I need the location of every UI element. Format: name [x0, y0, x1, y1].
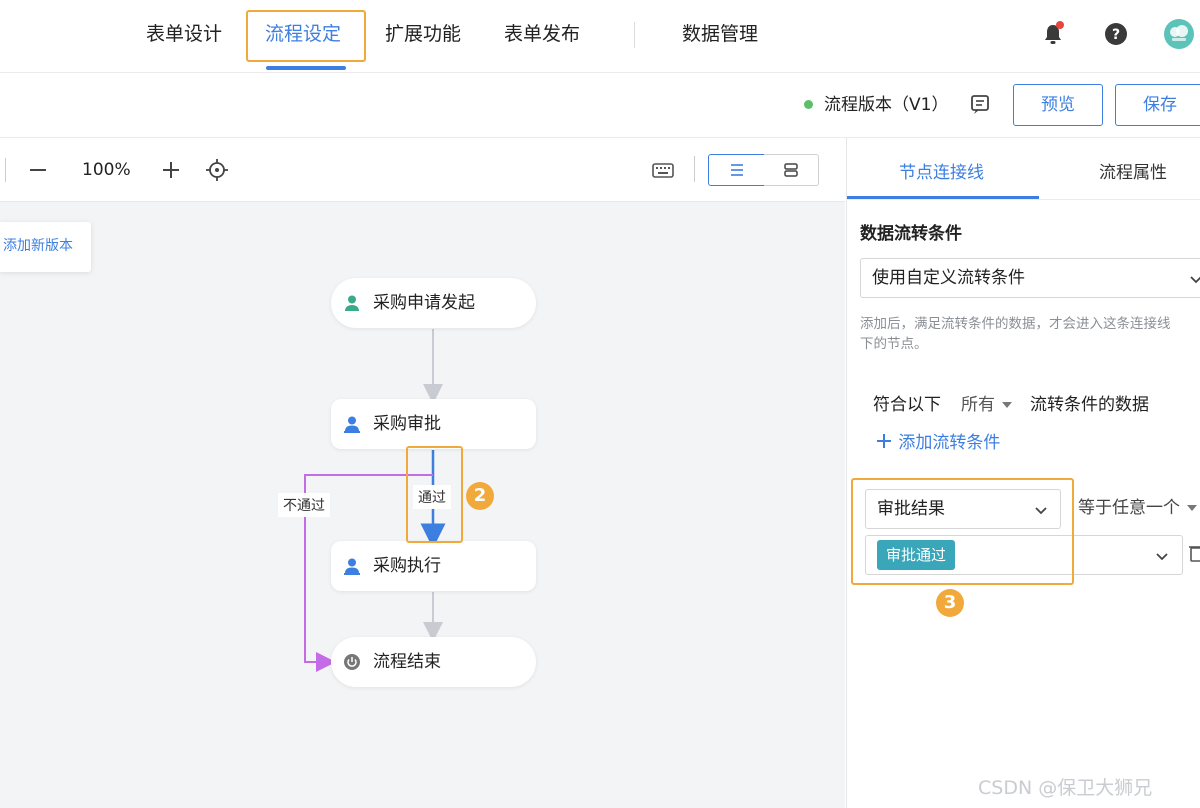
match-suffix: 流转条件的数据	[1030, 395, 1149, 415]
save-button[interactable]: 保存	[1115, 84, 1200, 126]
match-prefix: 符合以下	[873, 395, 941, 415]
edge-reject-label[interactable]: 不通过	[278, 493, 330, 517]
marker-3: 3	[936, 589, 964, 617]
highlight-pass-edge	[406, 446, 463, 543]
delete-icon[interactable]	[1187, 540, 1200, 568]
help-text-line1: 添加后，满足流转条件的数据，才会进入这条连接线	[860, 316, 1171, 332]
operator-value: 等于任意一个	[1078, 498, 1180, 518]
node-approve[interactable]: 采购审批	[331, 399, 536, 449]
node-end[interactable]: 流程结束	[331, 637, 536, 687]
match-mode-select[interactable]: 所有	[961, 394, 1014, 416]
section-title: 数据流转条件	[860, 224, 962, 244]
node-start-label: 采购申请发起	[373, 293, 475, 313]
help-text-line2: 下的节点。	[860, 336, 928, 352]
match-mode-value: 所有	[961, 395, 995, 415]
preview-button[interactable]: 预览	[1013, 84, 1103, 126]
add-condition-button[interactable]: 添加流转条件	[875, 432, 1000, 454]
comment-icon[interactable]	[966, 90, 994, 118]
condition-mode-value: 使用自定义流转条件	[872, 268, 1025, 288]
node-start[interactable]: 采购申请发起	[331, 278, 536, 328]
chevron-down-icon	[1190, 276, 1200, 284]
executor-icon	[344, 558, 360, 575]
help-icon[interactable]: ?	[1102, 20, 1130, 48]
notification-bell-icon[interactable]	[1039, 20, 1067, 48]
highlight-condition	[851, 478, 1074, 585]
caret-down-icon	[1187, 505, 1198, 511]
caret-down-icon	[1002, 402, 1013, 408]
plus-icon	[877, 434, 891, 448]
node-execute-label: 采购执行	[373, 556, 441, 576]
panel-tab-divider	[847, 199, 1200, 200]
condition-mode-select[interactable]: 使用自定义流转条件	[860, 258, 1200, 298]
approver-icon	[344, 416, 360, 433]
add-condition-label: 添加流转条件	[898, 433, 1001, 453]
properties-panel: 节点连接线 流程属性 数据流转条件 使用自定义流转条件 添加后，满足流转条件的数…	[846, 138, 1200, 808]
avatar[interactable]	[1163, 18, 1195, 50]
chevron-down-icon	[1156, 553, 1168, 561]
tab-process-properties[interactable]: 流程属性	[1099, 158, 1167, 183]
node-execute[interactable]: 采购执行	[331, 541, 536, 591]
watermark: CSDN @保卫大狮兄	[978, 777, 1153, 799]
operator-select[interactable]: 等于任意一个	[1078, 497, 1199, 519]
power-icon	[344, 654, 360, 670]
svg-text:?: ?	[1112, 27, 1120, 43]
marker-2: 2	[466, 482, 494, 510]
initiator-icon	[345, 295, 359, 311]
tab-node-connector[interactable]: 节点连接线	[899, 158, 984, 183]
node-end-label: 流程结束	[373, 652, 441, 672]
node-approve-label: 采购审批	[373, 414, 441, 434]
